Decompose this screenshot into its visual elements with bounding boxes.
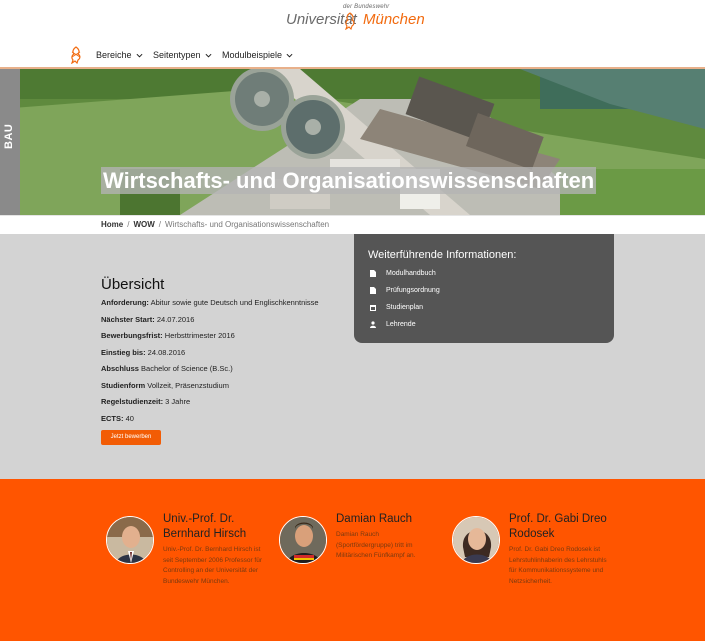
portrait-image <box>280 517 326 563</box>
detail-value: Abitur sowie gute Deutsch und Englischke… <box>148 298 319 307</box>
further-info-panel: Weiterführende Informationen: Modulhandb… <box>354 234 614 343</box>
detail-row: ECTS: 40 <box>101 414 351 431</box>
info-link-label: Studienplan <box>386 304 423 311</box>
detail-label: Regelstudienzeit: <box>101 397 164 406</box>
detail-row: Regelstudienzeit: 3 Jahre <box>101 397 351 414</box>
detail-label: Abschluss <box>101 364 139 373</box>
detail-value: 24.07.2016 <box>154 314 195 324</box>
breadcrumb-home[interactable]: Home <box>101 220 123 229</box>
detail-value: Vollzeit, Präsenzstudium <box>145 380 229 390</box>
info-link-label: Modulhandbuch <box>386 270 436 277</box>
further-info-title: Weiterführende Informationen: <box>368 249 517 261</box>
nav-item-label: Bereiche <box>96 50 132 60</box>
detail-value: 3 Jahre <box>163 397 191 406</box>
info-link-lehrende[interactable]: Lehrende <box>370 321 416 328</box>
chevron-down-icon <box>136 53 143 58</box>
logo-superscript: der Bundeswehr <box>343 4 390 10</box>
logo-text-right: München <box>363 11 425 28</box>
avatar[interactable] <box>452 516 500 564</box>
breadcrumb-wow[interactable]: WOW <box>133 220 154 229</box>
page-title: Wirtschafts- und Organisationswissenscha… <box>101 167 597 194</box>
nav-item-modulbeispiele[interactable]: Modulbeispiele <box>222 50 293 60</box>
portrait-image <box>107 517 153 563</box>
detail-label: Bewerbungsfrist: <box>101 331 163 340</box>
info-link-modulhandbuch[interactable]: Modulhandbuch <box>370 270 436 277</box>
overview-title: Übersicht <box>101 276 165 293</box>
university-logo[interactable]: der Bundeswehr Universität München <box>286 4 425 34</box>
person-description: Univ.-Prof. Dr. Bernhard Hirsch ist seit… <box>163 546 262 585</box>
detail-label: Studienform <box>101 380 146 390</box>
info-link-label: Lehrende <box>386 321 416 328</box>
avatar[interactable] <box>279 516 327 564</box>
detail-row: Bewerbungsfrist: Herbsttrimester 2016 <box>101 331 351 348</box>
person-name: Univ.-Prof. Dr. Bernhard Hirsch <box>163 513 247 540</box>
person-description: Prof. Dr. Gabi Dreo Rodosek ist Lehrstuh… <box>509 546 607 585</box>
breadcrumb-current: Wirtschafts- und Organisationswissenscha… <box>165 220 330 229</box>
person-icon <box>370 321 376 328</box>
breadcrumb-separator: / <box>127 220 130 229</box>
person-name: Damian Rauch <box>336 513 413 525</box>
avatar[interactable] <box>106 516 154 564</box>
detail-value: Herbsttrimester 2016 <box>162 331 235 340</box>
crest-icon <box>345 12 355 30</box>
document-icon <box>370 270 376 277</box>
detail-row: Abschluss Bachelor of Science (B.Sc.) <box>101 364 351 381</box>
detail-value: 40 <box>123 413 134 423</box>
breadcrumb: Home / WOW / Wirtschafts- und Organisati… <box>101 220 329 229</box>
calendar-icon <box>370 305 376 311</box>
chevron-down-icon <box>205 53 212 58</box>
detail-label: ECTS: <box>101 413 124 423</box>
detail-value: Bachelor of Science (B.Sc.) <box>138 364 233 373</box>
detail-label: Nächster Start: <box>101 314 155 324</box>
site-header: der Bundeswehr Universität München <box>0 0 705 40</box>
chevron-down-icon <box>286 53 293 58</box>
detail-label: Anforderung: <box>101 298 149 307</box>
info-link-pruefungsordnung[interactable]: Prüfungsordnung <box>370 287 440 294</box>
detail-label: Einstieg bis: <box>101 347 146 357</box>
side-tab-label: BAU <box>3 123 15 149</box>
info-link-studienplan[interactable]: Studienplan <box>370 304 423 311</box>
detail-row: Anforderung: Abitur sowie gute Deutsch u… <box>101 298 351 315</box>
nav-item-seitentypen[interactable]: Seitentypen <box>153 50 212 60</box>
document-icon <box>370 287 376 294</box>
detail-row: Nächster Start: 24.07.2016 <box>101 315 351 332</box>
home-crest-icon[interactable] <box>68 46 84 64</box>
info-link-label: Prüfungsordnung <box>386 287 440 294</box>
breadcrumb-separator: / <box>158 220 162 229</box>
nav-item-label: Modulbeispiele <box>222 50 283 60</box>
person-name: Prof. Dr. Gabi Dreo Rodosek <box>509 513 607 540</box>
overview-details: Anforderung: Abitur sowie gute Deutsch u… <box>101 298 351 430</box>
detail-row: Einstieg bis: 24.08.2016 <box>101 348 351 365</box>
side-tab-bau[interactable]: BAU <box>0 69 20 215</box>
nav-item-bereiche[interactable]: Bereiche <box>96 50 143 60</box>
person-description: Damian Rauch (Sportfördergruppe) tritt i… <box>336 531 416 559</box>
portrait-image <box>453 517 499 563</box>
detail-value: 24.08.2016 <box>145 347 186 357</box>
apply-button[interactable]: Jetzt bewerben <box>101 430 161 445</box>
detail-row: Studienform Vollzeit, Präsenzstudium <box>101 381 351 398</box>
nav-item-label: Seitentypen <box>153 50 201 60</box>
main-navigation: Bereiche Seitentypen Modulbeispiele <box>0 40 705 68</box>
